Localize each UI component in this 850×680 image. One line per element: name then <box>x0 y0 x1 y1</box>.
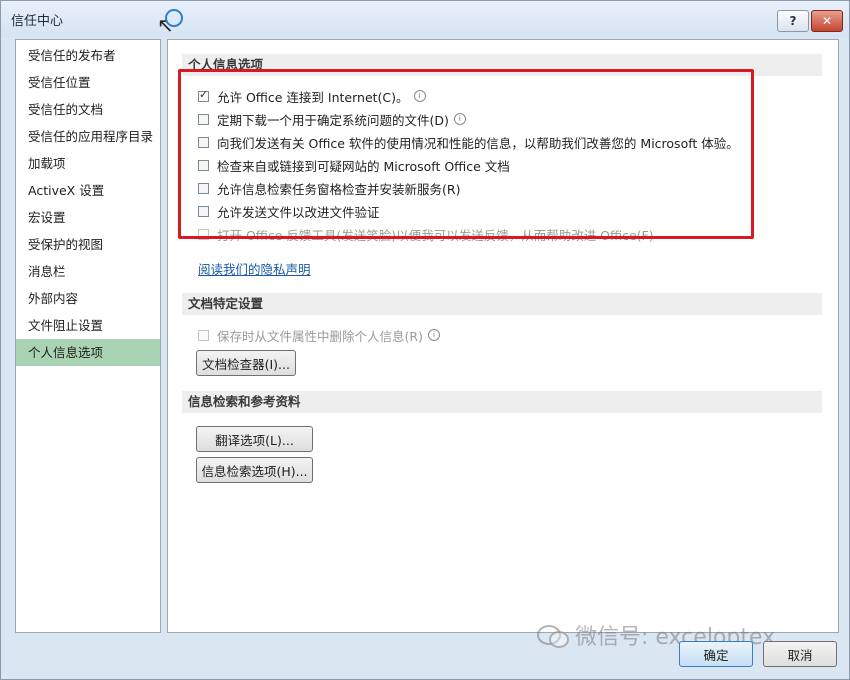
wechat-icon <box>537 623 569 648</box>
close-button[interactable]: ✕ <box>811 10 843 32</box>
research-options-button[interactable]: 信息检索选项(H)... <box>196 457 313 483</box>
mouse-pointer-icon: ↖ <box>157 13 174 37</box>
document-inspector-button[interactable]: 文档检查器(I)... <box>196 350 296 376</box>
cancel-button[interactable]: 取消 <box>763 641 837 667</box>
option-label: 保存时从文件属性中删除个人信息(R) <box>217 328 423 344</box>
translation-options-button[interactable]: 翻译选项(L)... <box>196 426 313 452</box>
sidebar: 受信任的发布者 受信任位置 受信任的文档 受信任的应用程序目录 加载项 Acti… <box>15 39 161 633</box>
privacy-statement-link[interactable]: 阅读我们的隐私声明 <box>198 259 311 278</box>
checkbox-remove-personal-info <box>198 329 209 341</box>
sidebar-item-privacy-options[interactable]: 个人信息选项 <box>16 339 160 366</box>
window-title: 信任中心 <box>11 14 64 29</box>
highlight-box <box>178 69 754 239</box>
sidebar-item-file-block[interactable]: 文件阻止设置 <box>16 312 160 339</box>
sidebar-item-trusted-documents[interactable]: 受信任的文档 <box>16 96 160 123</box>
option-remove-personal-info: 保存时从文件属性中删除个人信息(R) i <box>198 325 440 345</box>
sidebar-item-protected-view[interactable]: 受保护的视图 <box>16 231 160 258</box>
sidebar-item-trusted-app-catalogs[interactable]: 受信任的应用程序目录 <box>16 123 160 150</box>
help-button[interactable]: ? <box>777 10 809 32</box>
doc-settings-section-header: 文档特定设置 <box>182 293 822 315</box>
sidebar-item-add-ins[interactable]: 加载项 <box>16 150 160 177</box>
sidebar-item-trusted-locations[interactable]: 受信任位置 <box>16 69 160 96</box>
trust-center-dialog: 信任中心 ↖ ? ✕ 受信任的发布者 受信任位置 受信任的文档 受信任的应用程序… <box>0 0 850 680</box>
privacy-options-panel: 个人信息选项 允许 Office 连接到 Internet(C)。 i 定期下载… <box>167 39 839 633</box>
sidebar-item-external-content[interactable]: 外部内容 <box>16 285 160 312</box>
sidebar-item-message-bar[interactable]: 消息栏 <box>16 258 160 285</box>
sidebar-item-macro-settings[interactable]: 宏设置 <box>16 204 160 231</box>
sidebar-item-activex[interactable]: ActiveX 设置 <box>16 177 160 204</box>
sidebar-item-trusted-publishers[interactable]: 受信任的发布者 <box>16 42 160 69</box>
research-section-header: 信息检索和参考资料 <box>182 391 822 413</box>
ok-button[interactable]: 确定 <box>679 641 753 667</box>
info-icon: i <box>427 329 440 341</box>
title-bar: 信任中心 ↖ ? ✕ <box>1 1 849 37</box>
